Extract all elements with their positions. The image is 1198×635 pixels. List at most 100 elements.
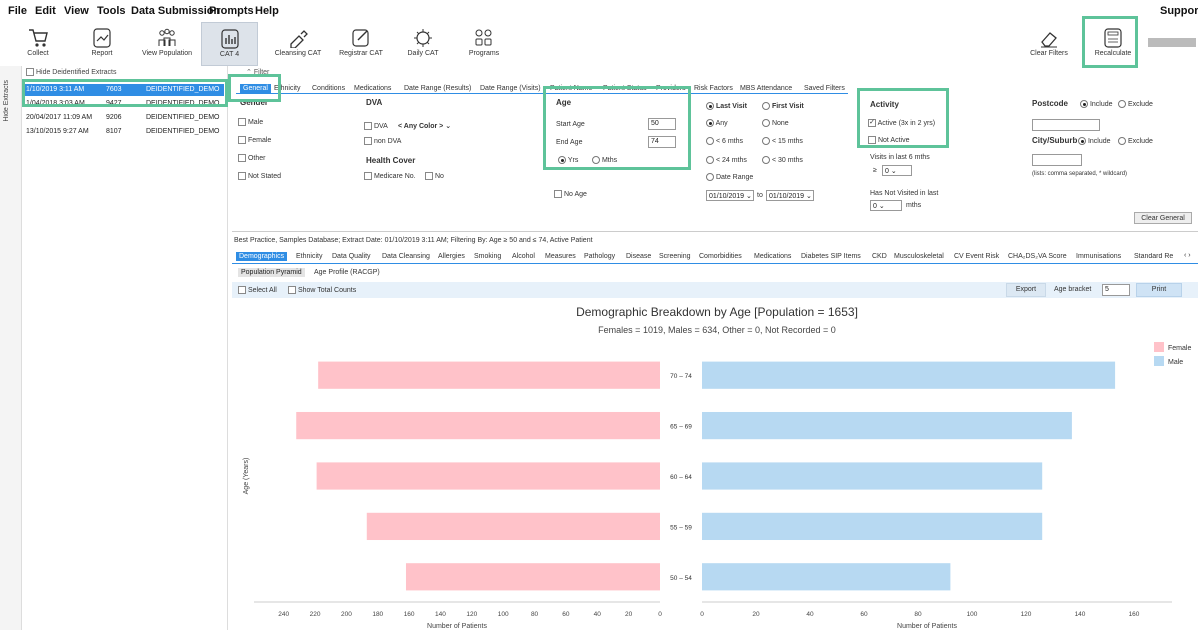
radio[interactable]: [762, 119, 770, 127]
dva-color-select[interactable]: < Any Color > ⌄: [398, 122, 451, 130]
age-mths-option[interactable]: Mths: [592, 156, 617, 164]
gender-not-stated-option[interactable]: Not Stated: [238, 172, 281, 180]
checkbox-checked[interactable]: ✓: [868, 119, 876, 127]
cleansing-cat-button[interactable]: Cleansing CAT: [272, 22, 324, 66]
tab-saved-filters[interactable]: Saved Filters: [804, 85, 845, 92]
hide-deidentified-checkbox[interactable]: [26, 68, 34, 76]
city-include-option[interactable]: Include: [1078, 137, 1111, 145]
dva-option[interactable]: DVA: [364, 122, 388, 130]
visit-24m-option[interactable]: < 24 mths: [706, 156, 747, 164]
age-bracket-input[interactable]: 5: [1102, 284, 1130, 296]
export-button[interactable]: Export: [1006, 283, 1046, 297]
medicare-option[interactable]: Medicare No.: [364, 172, 416, 180]
last-visit-option[interactable]: Last Visit: [706, 102, 747, 110]
hide-extracts-strip[interactable]: Hide Extracts: [0, 66, 22, 630]
menu-data-submission[interactable]: Data Submission: [131, 5, 220, 17]
tab-smoking[interactable]: Smoking: [474, 253, 501, 260]
radio[interactable]: [592, 156, 600, 164]
non-dva-option[interactable]: non DVA: [364, 137, 401, 145]
subtab-age-profile[interactable]: Age Profile (RACGP): [314, 269, 380, 276]
collect-button[interactable]: Collect: [18, 22, 58, 66]
checkbox[interactable]: [364, 122, 372, 130]
tab-diabetes-sip[interactable]: Diabetes SIP Items: [801, 253, 861, 260]
tab-ckd[interactable]: CKD: [872, 253, 887, 260]
end-age-input[interactable]: 74: [648, 136, 676, 148]
radio[interactable]: [762, 102, 770, 110]
radio[interactable]: [1118, 137, 1126, 145]
filter-toggle[interactable]: ⌃ Filter: [246, 68, 269, 76]
tab-date-range-results[interactable]: Date Range (Results): [404, 85, 471, 92]
radio[interactable]: [706, 137, 714, 145]
extract-row[interactable]: 20/04/2017 11:09 AM 9206 DEIDENTIFIED_DE…: [24, 112, 224, 124]
radio[interactable]: [1118, 100, 1126, 108]
tab-cha2ds2va[interactable]: CHA₂DS₂VA Score: [1008, 253, 1067, 260]
tab-comorbidities[interactable]: Comorbidities: [699, 253, 742, 260]
checkbox[interactable]: [238, 118, 246, 126]
subtab-population-pyramid[interactable]: Population Pyramid: [238, 268, 305, 277]
tab-ethnicity[interactable]: Ethnicity: [274, 85, 300, 92]
menu-view[interactable]: View: [64, 5, 89, 17]
show-total-option[interactable]: Show Total Counts: [288, 286, 356, 294]
tab-cv-event-risk[interactable]: CV Event Risk: [954, 253, 999, 260]
not-visited-select[interactable]: 0 ⌄: [870, 200, 902, 211]
visit-30m-option[interactable]: < 30 mths: [762, 156, 803, 164]
clear-filters-button[interactable]: Clear Filters: [1026, 22, 1072, 66]
menu-edit[interactable]: Edit: [35, 5, 56, 17]
checkbox[interactable]: [288, 286, 296, 294]
checkbox[interactable]: [364, 172, 372, 180]
tab-date-range-visits[interactable]: Date Range (Visits): [480, 85, 541, 92]
active-option[interactable]: ✓ Active (3x in 2 yrs): [868, 119, 935, 127]
tab-musculoskeletal[interactable]: Musculoskeletal: [894, 253, 944, 260]
tab-data-quality[interactable]: Data Quality: [332, 253, 371, 260]
city-input[interactable]: [1032, 154, 1082, 166]
checkbox[interactable]: [868, 136, 876, 144]
clear-general-button[interactable]: Clear General: [1134, 212, 1192, 224]
tab-providers[interactable]: Providers: [656, 85, 686, 92]
tab-measures[interactable]: Measures: [545, 253, 576, 260]
radio[interactable]: [706, 119, 714, 127]
tab-immunisations[interactable]: Immunisations: [1076, 253, 1121, 260]
tab-alcohol[interactable]: Alcohol: [512, 253, 535, 260]
visit-15m-option[interactable]: < 15 mths: [762, 137, 803, 145]
tab-general[interactable]: General: [240, 84, 271, 93]
checkbox[interactable]: [238, 286, 246, 294]
hide-extracts-tab[interactable]: Hide Extracts: [3, 80, 10, 122]
tab-ethnicity[interactable]: Ethnicity: [296, 253, 322, 260]
radio[interactable]: [762, 137, 770, 145]
programs-button[interactable]: Programs: [460, 22, 508, 66]
checkbox[interactable]: [364, 137, 372, 145]
radio[interactable]: [1080, 100, 1088, 108]
tab-patient-name[interactable]: Patient Name: [550, 85, 592, 92]
tab-medications[interactable]: Medications: [354, 85, 391, 92]
tab-demographics[interactable]: Demographics: [236, 252, 288, 261]
extract-row[interactable]: 1/04/2018 3:03 AM 9427 DEIDENTIFIED_DEMO: [24, 98, 224, 110]
radio[interactable]: [706, 102, 714, 110]
radio[interactable]: [1078, 137, 1086, 145]
tab-allergies[interactable]: Allergies: [438, 253, 465, 260]
checkbox[interactable]: [238, 154, 246, 162]
checkbox[interactable]: [425, 172, 433, 180]
tab-standard-reports[interactable]: Standard Re: [1134, 253, 1182, 260]
menu-tools[interactable]: Tools: [97, 5, 126, 17]
tab-disease[interactable]: Disease: [626, 253, 651, 260]
tab-risk-factors[interactable]: Risk Factors: [694, 85, 733, 92]
postcode-exclude-option[interactable]: Exclude: [1118, 100, 1153, 108]
gender-male-option[interactable]: Male: [238, 118, 263, 126]
recalculate-button[interactable]: Recalculate: [1090, 22, 1136, 66]
tab-screening[interactable]: Screening: [659, 253, 691, 260]
visit-date-range-option[interactable]: Date Range: [706, 173, 753, 181]
postcode-input[interactable]: [1032, 119, 1100, 131]
checkbox[interactable]: [238, 172, 246, 180]
visit-to-date[interactable]: 01/10/2019 ⌄: [766, 190, 814, 201]
medicare-no-option[interactable]: No: [425, 172, 444, 180]
cat4-button[interactable]: CAT 4: [201, 22, 258, 66]
tab-conditions[interactable]: Conditions: [312, 85, 345, 92]
report-button[interactable]: Report: [82, 22, 122, 66]
daily-cat-button[interactable]: Daily CAT: [398, 22, 448, 66]
age-yrs-option[interactable]: Yrs: [558, 156, 578, 164]
tab-pathology[interactable]: Pathology: [584, 253, 615, 260]
no-age-option[interactable]: No Age: [554, 190, 587, 198]
print-button[interactable]: Print: [1136, 283, 1182, 297]
gender-female-option[interactable]: Female: [238, 136, 271, 144]
checkbox[interactable]: [238, 136, 246, 144]
